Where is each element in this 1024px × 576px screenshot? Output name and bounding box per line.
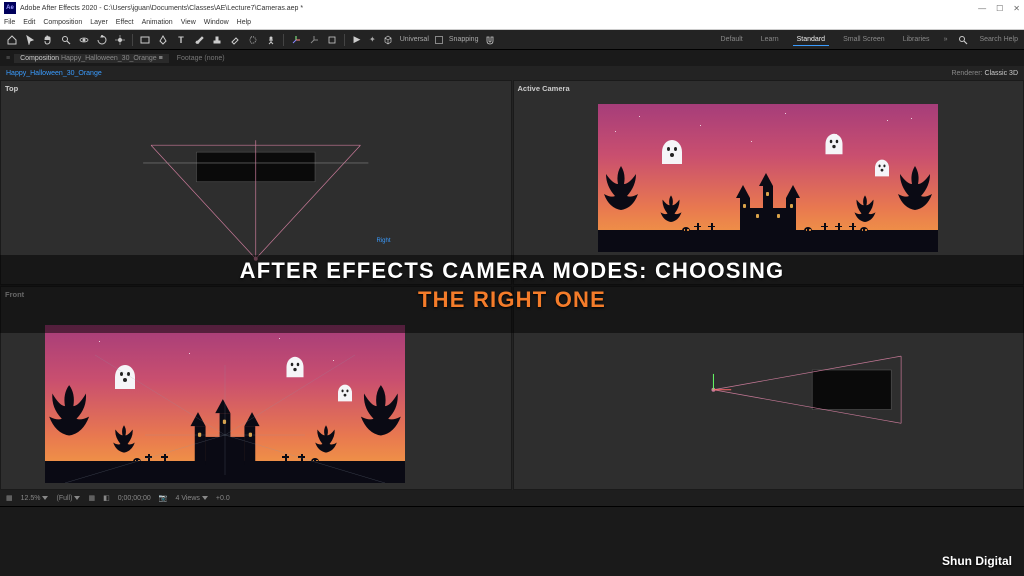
brush-tool-icon[interactable] xyxy=(193,34,205,46)
pen-tool-icon[interactable] xyxy=(157,34,169,46)
menu-help[interactable]: Help xyxy=(237,19,251,26)
watermark: Shun Digital xyxy=(942,554,1012,568)
breadcrumb-link[interactable]: Happy_Halloween_30_Orange xyxy=(6,70,102,77)
timeline-panel[interactable] xyxy=(0,506,1024,576)
eraser-tool-icon[interactable] xyxy=(229,34,241,46)
maximize-button[interactable]: ☐ xyxy=(996,4,1003,13)
panel-tabs: ≡ Composition Happy_Halloween_30_Orange … xyxy=(0,50,1024,66)
workspace-learn[interactable]: Learn xyxy=(757,34,783,45)
puppet-tool-icon[interactable] xyxy=(265,34,277,46)
ghost xyxy=(875,160,889,177)
axis-right-label: Right xyxy=(376,238,390,244)
window-title: Adobe After Effects 2020 - C:\Users\jgua… xyxy=(20,5,303,12)
viewport-active-camera[interactable]: Active Camera xyxy=(513,80,1024,285)
anchor-tool-icon[interactable] xyxy=(114,34,126,46)
stamp-tool-icon[interactable] xyxy=(211,34,223,46)
rotate-tool-icon[interactable] xyxy=(96,34,108,46)
close-button[interactable]: ✕ xyxy=(1013,4,1020,13)
axis-view-icon[interactable] xyxy=(326,34,338,46)
zoom-dropdown[interactable]: 12.5% xyxy=(21,495,49,502)
search-help-label[interactable]: Search Help xyxy=(979,36,1018,43)
render-queue-icon[interactable]: ▦ xyxy=(6,494,13,502)
zoom-tool-icon[interactable] xyxy=(60,34,72,46)
menu-bar: File Edit Composition Layer Effect Anima… xyxy=(0,16,1024,30)
arrow-icon[interactable]: ▶ xyxy=(351,34,363,46)
orbit-tool-icon[interactable] xyxy=(78,34,90,46)
ghost xyxy=(826,134,843,154)
menu-window[interactable]: Window xyxy=(204,19,229,26)
menu-view[interactable]: View xyxy=(181,19,196,26)
current-time[interactable]: 0;00;00;00 xyxy=(118,495,151,502)
resolution-dropdown[interactable]: (Full) xyxy=(56,495,80,502)
menu-animation[interactable]: Animation xyxy=(142,19,173,26)
castle-silhouette xyxy=(732,179,804,234)
cube-icon[interactable] xyxy=(382,34,394,46)
rect-tool-icon[interactable] xyxy=(139,34,151,46)
viewport-label-camera: Active Camera xyxy=(518,84,570,93)
viewport-top[interactable]: Top Right xyxy=(0,80,512,285)
views-dropdown[interactable]: 4 Views xyxy=(176,495,208,502)
axis-local-icon[interactable] xyxy=(290,34,302,46)
roto-tool-icon[interactable] xyxy=(247,34,259,46)
toolbar: T ▶ ✦ Universal Snapping Default Learn S… xyxy=(0,30,1024,50)
text-tool-icon[interactable]: T xyxy=(175,34,187,46)
workspace-default[interactable]: Default xyxy=(717,34,747,45)
home-icon[interactable] xyxy=(6,34,18,46)
hand-tool-icon[interactable] xyxy=(42,34,54,46)
menu-effect[interactable]: Effect xyxy=(116,19,134,26)
composition-tab[interactable]: Composition Happy_Halloween_30_Orange ≡ xyxy=(14,54,169,63)
footage-tab[interactable]: Footage (none) xyxy=(177,55,225,62)
viewport-label-top: Top xyxy=(5,84,18,93)
camera-icon[interactable]: 📷 xyxy=(159,494,168,502)
menu-layer[interactable]: Layer xyxy=(90,19,108,26)
menu-edit[interactable]: Edit xyxy=(23,19,35,26)
workspace-more-icon[interactable]: » xyxy=(944,36,948,43)
snapping-label: Snapping xyxy=(449,36,479,43)
workspace-standard[interactable]: Standard xyxy=(793,34,829,46)
magnet-icon[interactable] xyxy=(484,34,496,46)
grid-icon[interactable]: ▦ xyxy=(88,494,95,502)
composition-breadcrumb: Happy_Halloween_30_Orange Renderer: Clas… xyxy=(0,66,1024,80)
universal-label: Universal xyxy=(400,36,429,43)
app-icon: Ae xyxy=(4,2,16,14)
overlay-band xyxy=(0,255,1024,333)
menu-file[interactable]: File xyxy=(4,19,15,26)
tree-silhouette xyxy=(894,164,936,236)
minimize-button[interactable]: — xyxy=(978,4,986,13)
mask-icon[interactable]: ◧ xyxy=(103,494,110,502)
renderer-dropdown[interactable]: Classic 3D xyxy=(985,70,1018,77)
workspace-libraries[interactable]: Libraries xyxy=(899,34,934,45)
menu-composition[interactable]: Composition xyxy=(43,19,82,26)
exposure-value[interactable]: +0.0 xyxy=(216,495,230,502)
preview-footer: ▦ 12.5% (Full) ▦ ◧ 0;00;00;00 📷 4 Views … xyxy=(0,490,1024,506)
panel-tab-menu-icon[interactable]: ≡ xyxy=(6,55,10,62)
tree-silhouette xyxy=(658,194,685,236)
tree-silhouette xyxy=(600,164,642,236)
workspace-small[interactable]: Small Screen xyxy=(839,34,889,45)
axis-world-icon[interactable] xyxy=(308,34,320,46)
search-icon[interactable] xyxy=(957,34,969,46)
ghost xyxy=(662,140,682,164)
window-titlebar: Ae Adobe After Effects 2020 - C:\Users\j… xyxy=(0,0,1024,16)
snapping-checkbox[interactable] xyxy=(435,36,443,44)
selection-tool-icon[interactable] xyxy=(24,34,36,46)
